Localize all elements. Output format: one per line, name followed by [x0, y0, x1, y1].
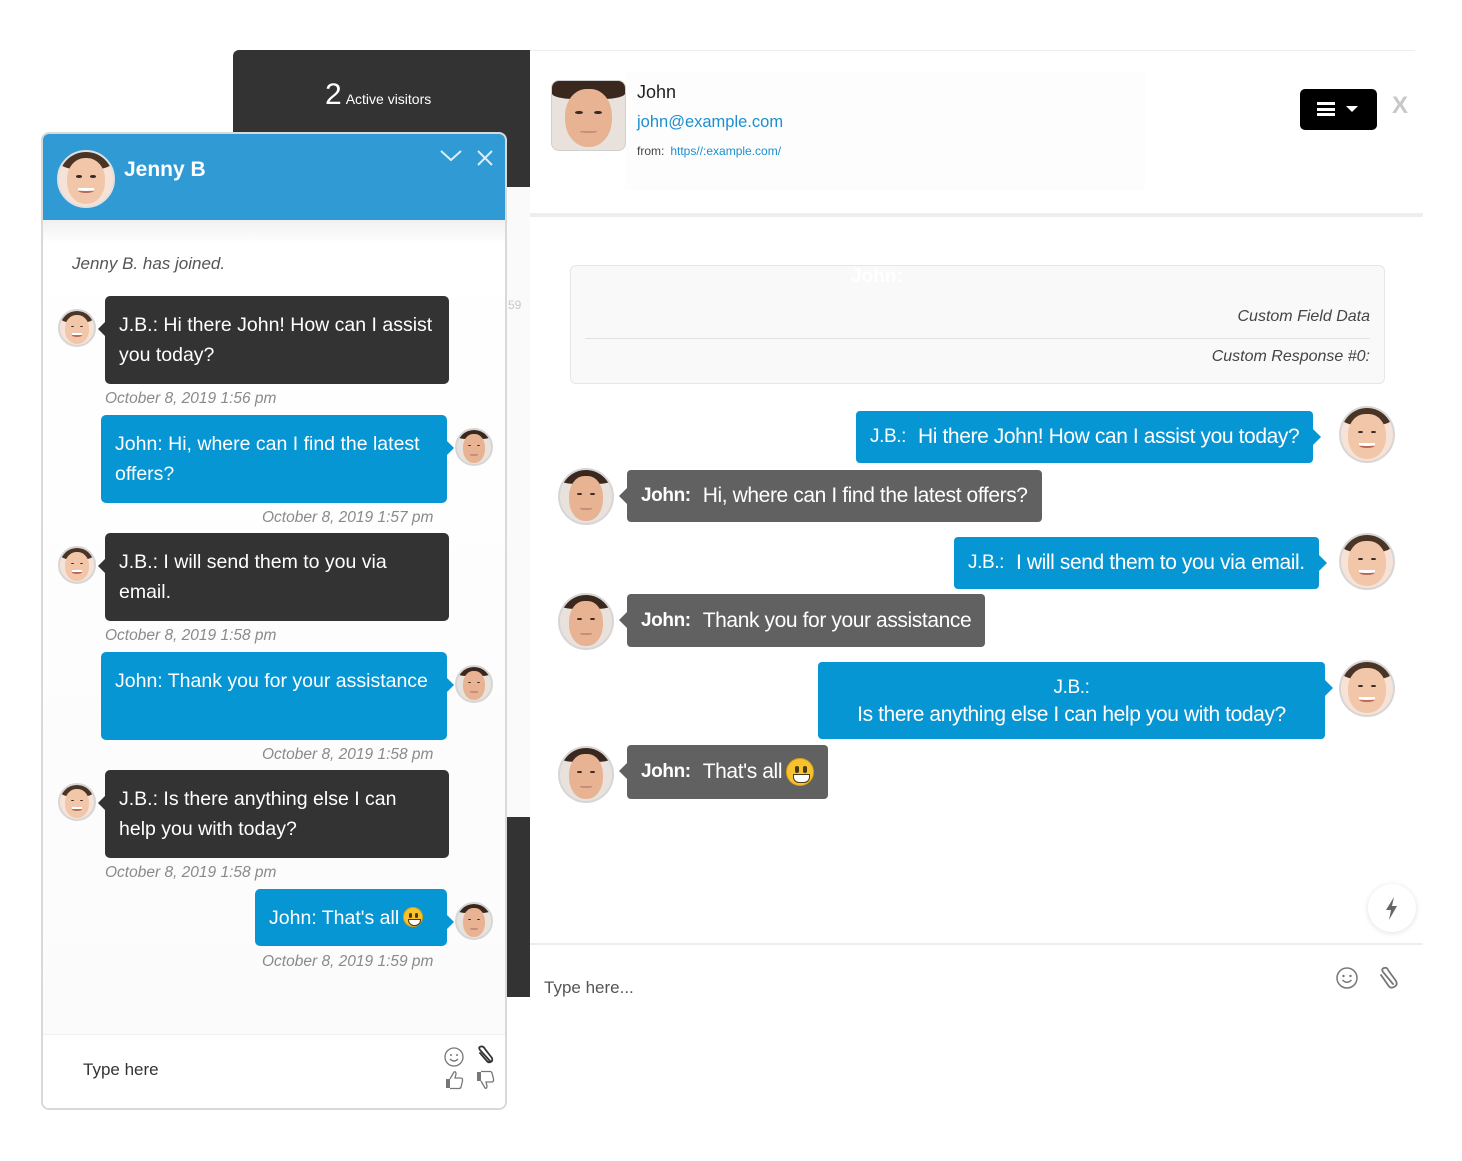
joined-notice: Jenny B. has joined.	[72, 254, 226, 273]
message-timestamp: October 8, 2019 1:58 pm	[105, 864, 277, 881]
message-bubble: John: Thank you for your assistance	[618, 594, 986, 647]
grinning-face-emoji-icon	[786, 758, 815, 786]
active-visitors-count: 2 Active visitors	[325, 78, 431, 112]
message-sender: John:	[641, 761, 691, 782]
visitor-name: John	[637, 82, 677, 102]
message-text: That's all	[702, 760, 783, 783]
ghost-timestamp: 59	[508, 298, 522, 312]
visitor-list-strip	[506, 187, 530, 817]
message-bubble: John: Thank you for your assistance	[101, 652, 454, 740]
message-sender: J.B.:	[870, 426, 907, 447]
visitor-avatar-small	[558, 746, 614, 803]
menu-icon	[1317, 102, 1335, 116]
custom-divider	[585, 338, 1370, 339]
visitor-avatar-small	[455, 902, 493, 940]
message-timestamp: October 8, 2019 1:59 pm	[262, 953, 434, 970]
message-bubble: J.B.: I will send them to you via email.	[98, 533, 449, 621]
message-bubble: John: Hi, where can I find the latest of…	[101, 415, 454, 503]
visitor-source-link[interactable]: https//:example.com/	[670, 144, 781, 158]
paperclip-icon[interactable]	[473, 1044, 495, 1066]
message-timestamp: October 8, 2019 1:58 pm	[105, 627, 277, 644]
message-bubble: J.B.: Hi there John! How can I assist yo…	[856, 411, 1322, 463]
message-text: Is there anything else I can help you wi…	[857, 702, 1286, 726]
message-sender: J.B.:	[1053, 676, 1090, 698]
thumbs-down-icon[interactable]	[475, 1069, 497, 1091]
visitor-count-label: Active visitors	[345, 91, 432, 107]
grinning-face-emoji-icon	[403, 907, 424, 927]
message-bubble: J.B.: Is there anything else I can help …	[818, 662, 1333, 739]
message-sender: J.B.:	[968, 552, 1005, 573]
custom-field-title: Custom Field Data	[1237, 308, 1371, 325]
thumbs-up-icon[interactable]	[444, 1069, 466, 1091]
menu-dropdown-button[interactable]	[1300, 89, 1377, 130]
widget-input-area	[43, 1034, 505, 1108]
message-bubble: John: That's all	[618, 745, 829, 799]
custom-response-label: Custom Response #0:	[1211, 348, 1370, 365]
message-bubble: J.B.: Hi there John! How can I assist yo…	[98, 296, 449, 384]
message-text: I will send them to you via email.	[1016, 551, 1305, 574]
agent-avatar-small	[58, 309, 96, 347]
agent-avatar-small	[58, 546, 96, 584]
message-bubble: John: Hi, where can I find the latest of…	[619, 470, 1042, 522]
chevron-down-icon[interactable]	[439, 146, 463, 166]
message-timestamp: October 8, 2019 1:58 pm	[262, 746, 434, 763]
widget-header: Jenny B	[43, 134, 505, 220]
visitor-source: from: https//:example.com/	[637, 144, 781, 158]
agent-avatar-small	[58, 783, 96, 821]
message-bubble: John: That's all	[255, 889, 454, 946]
message-text: Hi there John! How can I assist you toda…	[918, 425, 1300, 448]
input-divider	[530, 943, 1423, 945]
smiley-icon[interactable]	[1335, 966, 1359, 990]
message-timestamp: October 8, 2019 1:56 pm	[105, 390, 277, 407]
lightning-icon	[1386, 897, 1397, 920]
widget-message-input[interactable]	[83, 1053, 423, 1087]
visitor-avatar-small	[455, 428, 493, 466]
message-text: Hi, where can I find the latest offers?	[702, 484, 1028, 507]
header-divider	[530, 213, 1423, 217]
chat-widget: Jenny B Jenny B. has joined. J.B.: Hi th…	[41, 132, 507, 1110]
dark-panel-strip	[506, 817, 530, 997]
console-top-border	[530, 50, 1415, 51]
message-timestamp: October 8, 2019 1:57 pm	[262, 509, 434, 526]
widget-conversation: Jenny B. has joined. J.B.: Hi there John…	[43, 220, 505, 1036]
agent-avatar	[57, 150, 115, 208]
message-text: Thank you for your assistance	[702, 608, 972, 632]
message-bubble: J.B.: Is there anything else I can help …	[98, 770, 449, 858]
agent-console: John john@example.com from: https//:examp…	[530, 50, 1423, 1050]
agent-avatar	[1339, 406, 1395, 463]
message-sender: John:	[641, 609, 691, 631]
visitor-avatar	[551, 80, 626, 151]
agent-name: Jenny B	[124, 158, 206, 181]
message-bubble: J.B.: I will send them to you via email.	[954, 537, 1327, 589]
visitor-count-number: 2	[325, 78, 342, 111]
quick-responses-button[interactable]	[1368, 884, 1416, 932]
close-icon[interactable]	[475, 148, 495, 168]
close-chat-button[interactable]: X	[1392, 92, 1408, 120]
message-text: John: That's all	[269, 907, 400, 929]
paperclip-icon[interactable]	[1375, 964, 1399, 992]
custom-ghost-label: John:	[851, 266, 903, 287]
custom-fields-box: John: Custom Field Data Custom Response …	[570, 265, 1385, 384]
visitor-avatar-small	[558, 468, 614, 525]
agent-avatar	[1339, 533, 1395, 590]
smiley-icon[interactable]	[443, 1046, 465, 1068]
message-sender: John:	[641, 485, 691, 506]
visitor-avatar-small	[455, 665, 493, 703]
visitor-source-label: from:	[637, 144, 665, 158]
caret-down-icon	[1346, 106, 1358, 112]
visitor-email-link[interactable]: john@example.com	[637, 113, 783, 132]
visitor-avatar-small	[558, 593, 614, 650]
agent-avatar	[1339, 660, 1395, 717]
console-message-input[interactable]	[544, 973, 1304, 1003]
